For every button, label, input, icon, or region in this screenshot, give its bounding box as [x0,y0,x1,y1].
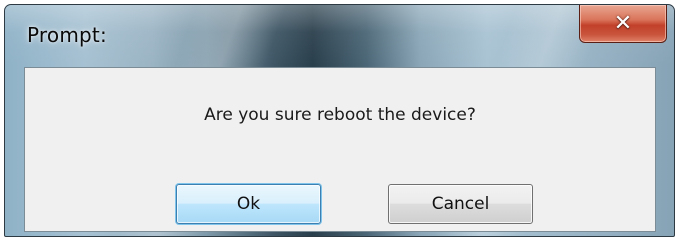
close-button[interactable]: ✕ [579,5,667,43]
window-title: Prompt: [27,23,107,47]
prompt-dialog-window: Prompt: ✕ Are you sure reboot the device… [4,4,675,237]
close-icon: ✕ [613,10,633,36]
prompt-message: Are you sure reboot the device? [204,105,476,125]
dialog-content: Are you sure reboot the device? Ok Cance… [24,67,656,232]
title-bar[interactable]: Prompt: ✕ [5,5,674,67]
cancel-button[interactable]: Cancel [388,184,533,224]
ok-button[interactable]: Ok [176,184,321,224]
